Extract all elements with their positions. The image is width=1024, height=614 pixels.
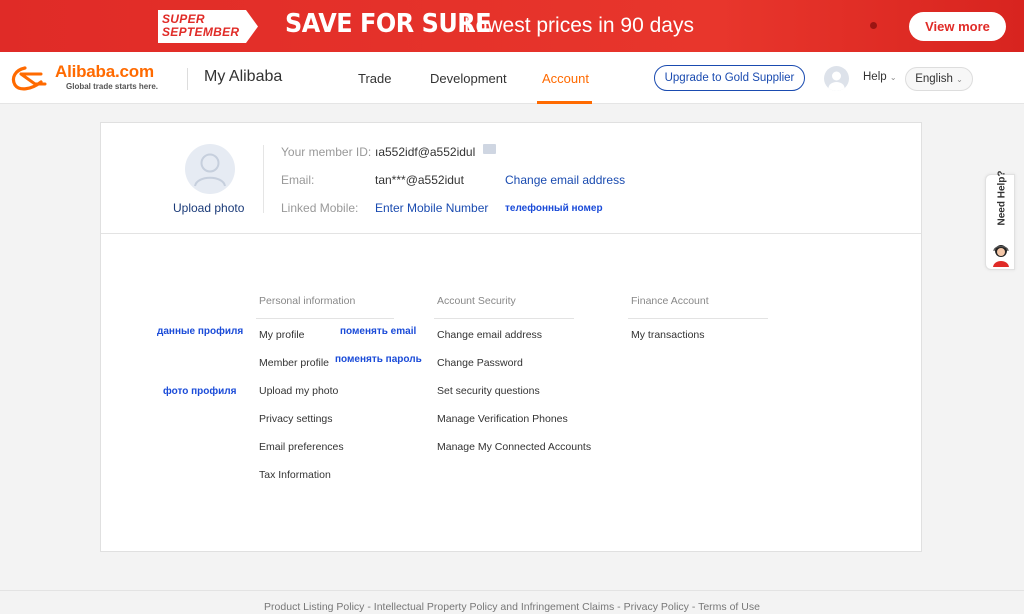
section-divider (434, 318, 574, 319)
member-profile-link[interactable]: Member profile (259, 357, 329, 369)
footer-separator: - (614, 601, 624, 613)
upgrade-gold-supplier-button[interactable]: Upgrade to Gold Supplier (654, 65, 805, 91)
help-menu[interactable]: Help ⌄ (863, 71, 897, 83)
upload-photo-link[interactable]: Upload photo (173, 201, 244, 215)
linked-mobile-label: Linked Mobile: (281, 201, 359, 215)
account-card: Upload photo Your member ID: ıa552idf@a5… (100, 122, 922, 552)
super-september-badge: SUPER SEPTEMBER (158, 10, 258, 43)
need-help-label: Need Help? (996, 170, 1008, 226)
profile-photo-annotation: фото профиля (163, 386, 237, 397)
member-id-value: ıa552idf@a552idul (375, 145, 476, 159)
set-security-questions-link[interactable]: Set security questions (437, 385, 540, 397)
terms-of-use-link[interactable]: Terms of Use (698, 601, 760, 613)
email-value: tan***@a552idut (375, 173, 464, 187)
enter-mobile-link[interactable]: Enter Mobile Number (375, 201, 488, 215)
manage-verification-phones-link[interactable]: Manage Verification Phones (437, 413, 568, 425)
page-title[interactable]: My Alibaba (204, 68, 282, 86)
profile-summary: Upload photo Your member ID: ıa552idf@a5… (101, 123, 921, 234)
banner-subtext: Lowest prices in 90 days (464, 14, 694, 37)
section-divider (628, 318, 768, 319)
language-label: English (915, 73, 953, 85)
my-profile-link[interactable]: My profile (259, 329, 305, 341)
ip-policy-link[interactable]: Intellectual Property Policy and Infring… (374, 601, 614, 613)
tax-information-link[interactable]: Tax Information (259, 469, 331, 481)
mobile-annotation: телефонный номер (505, 203, 603, 214)
banner-headline: SAVE FOR SURE (285, 9, 492, 39)
logo-text: Alibaba.com (55, 62, 154, 81)
member-id-label: Your member ID: (281, 145, 372, 159)
alibaba-swoosh-icon (11, 66, 47, 91)
tab-trade[interactable]: Trade (358, 71, 391, 86)
change-password-link[interactable]: Change Password (437, 357, 523, 369)
account-security-heading: Account Security (437, 295, 516, 307)
footer-divider (0, 590, 1024, 591)
september-label: SEPTEMBER (162, 25, 240, 39)
logo-tagline: Global trade starts here. (66, 82, 159, 91)
footer-links: Product Listing Policy - Intellectual Pr… (0, 601, 1024, 613)
finance-account-heading: Finance Account (631, 295, 709, 307)
footer-separator: - (364, 601, 374, 613)
product-listing-policy-link[interactable]: Product Listing Policy (264, 601, 364, 613)
view-more-button[interactable]: View more (909, 12, 1006, 41)
alibaba-logo[interactable]: Alibaba.com Global trade starts here. (11, 62, 181, 94)
footer-separator: - (688, 601, 699, 613)
upload-my-photo-link[interactable]: Upload my photo (259, 385, 338, 397)
section-divider (256, 318, 394, 319)
chevron-down-icon: ⌄ (956, 75, 963, 84)
support-agent-icon (993, 245, 1009, 267)
manage-connected-accounts-link[interactable]: Manage My Connected Accounts (437, 441, 591, 453)
banner-dot (870, 22, 877, 29)
my-transactions-link[interactable]: My transactions (631, 329, 705, 341)
personal-information-heading: Personal information (259, 295, 356, 307)
chevron-down-icon: ⌄ (889, 73, 897, 82)
promo-banner[interactable]: SUPER SEPTEMBER SAVE FOR SURE Lowest pri… (0, 0, 1024, 52)
privacy-policy-link[interactable]: Privacy Policy (624, 601, 689, 613)
email-preferences-link[interactable]: Email preferences (259, 441, 344, 453)
user-avatar-icon[interactable] (824, 66, 849, 91)
logo-divider (187, 68, 188, 90)
divider (263, 145, 264, 213)
active-tab-indicator (537, 101, 592, 104)
change-email-link[interactable]: Change email address (505, 173, 625, 187)
tab-account[interactable]: Account (542, 71, 589, 86)
change-email-annotation: поменять email (340, 326, 417, 337)
change-email-address-link[interactable]: Change email address (437, 329, 542, 341)
top-navigation: Alibaba.com Global trade starts here. My… (0, 52, 1024, 104)
privacy-settings-link[interactable]: Privacy settings (259, 413, 333, 425)
email-label: Email: (281, 173, 315, 187)
profile-data-annotation: данные профиля (157, 326, 244, 337)
change-password-annotation: поменять пароль (335, 354, 422, 365)
tab-development[interactable]: Development (430, 71, 507, 86)
need-help-tab[interactable]: Need Help? (985, 170, 1015, 270)
help-label: Help (863, 71, 887, 83)
id-card-icon (483, 144, 496, 154)
language-selector[interactable]: English ⌄ (905, 67, 973, 91)
profile-avatar-icon[interactable] (185, 144, 235, 194)
